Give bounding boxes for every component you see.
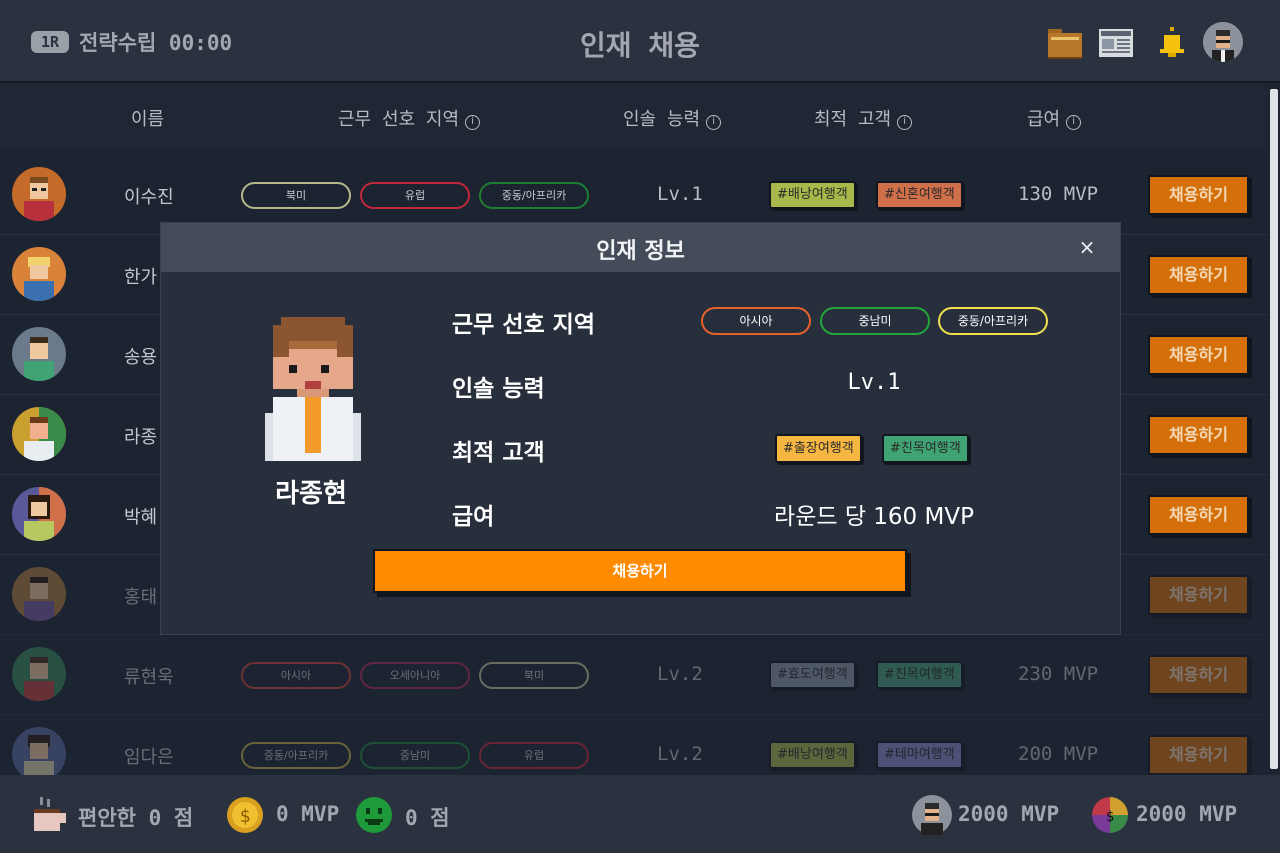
column-name: 이름 — [131, 109, 165, 130]
hire-button[interactable]: 채용하기 — [1148, 335, 1249, 375]
scrollbar[interactable] — [1268, 85, 1280, 775]
table-header: 이름 근무 선호 지역 i 인솔 능력 i 최적 고객 i 급여 i — [0, 85, 1268, 147]
avatar — [12, 327, 66, 381]
candidate-name: 라종 — [124, 427, 158, 448]
leadership-level: Lv.2 — [657, 663, 703, 685]
hire-button[interactable]: 채용하기 — [373, 549, 907, 593]
customer-tag: #배낭여행객 — [769, 181, 856, 209]
customer-tag: #배낭여행객 — [769, 741, 856, 769]
customer-tag: #효도여행객 — [769, 661, 856, 689]
avatar — [12, 567, 66, 621]
region-tag: 중동/아프리카 — [479, 182, 589, 209]
player-money: 2000 MVP — [958, 802, 1060, 826]
leadership-level: Lv.1 — [847, 370, 901, 395]
region-tag: 유럽 — [360, 182, 470, 209]
avatar — [12, 487, 66, 541]
avatar — [12, 407, 66, 461]
avatar — [12, 247, 66, 301]
info-icon[interactable]: i — [1066, 115, 1082, 130]
region-tag: 아시아 — [241, 662, 351, 689]
salary-value: 라운드 당 160 MVP — [774, 504, 974, 530]
column-leadership: 인솔 능력 i — [623, 105, 722, 131]
top-bar: 1R 전략수립 00:00 인재 채용 — [0, 0, 1280, 83]
salary: 230 MVP — [1018, 663, 1099, 685]
bottom-bar: 편안한 0 점 $ 0 MVP 0 점 2000 MVP $ 2000 MVP — [0, 775, 1280, 853]
candidate-name: 송용 — [124, 347, 158, 368]
total-money: 2000 MVP — [1136, 802, 1238, 826]
avatar — [12, 647, 66, 701]
pie-money-icon: $ — [1090, 795, 1130, 835]
smile-icon — [354, 795, 394, 835]
comfort-score: 편안한 0 점 — [78, 806, 194, 830]
page-title: 인재 채용 — [580, 29, 700, 62]
candidate-name: 한가 — [124, 267, 158, 288]
candidate-name: 라종현 — [275, 479, 347, 509]
hire-button[interactable]: 채용하기 — [1148, 175, 1249, 215]
region-tag: 아시아 — [701, 307, 811, 335]
region-tag: 오세아니아 — [360, 662, 470, 689]
customer-tag: #친목여행객 — [882, 434, 969, 463]
modal-header: 인재 정보 × — [161, 223, 1120, 272]
hire-button[interactable]: 채용하기 — [1148, 495, 1249, 535]
svg-text:$: $ — [1106, 809, 1114, 825]
smile-score: 0 점 — [405, 806, 450, 830]
folder-icon[interactable] — [1046, 23, 1084, 61]
candidate-name: 홍태 — [124, 587, 158, 608]
region-tag: 중동/아프리카 — [938, 307, 1048, 335]
region-tag: 북미 — [479, 662, 589, 689]
hire-button[interactable]: 채용하기 — [1148, 575, 1249, 615]
news-icon[interactable] — [1097, 23, 1135, 61]
avatar — [12, 167, 66, 221]
column-customer: 최적 고객 i — [814, 105, 913, 131]
hire-button[interactable]: 채용하기 — [1148, 735, 1249, 775]
avatar — [12, 727, 66, 781]
candidate-portrait — [265, 317, 361, 461]
hire-button[interactable]: 채용하기 — [1148, 255, 1249, 295]
bell-icon[interactable] — [1153, 23, 1191, 61]
scroll-thumb[interactable] — [1270, 89, 1278, 769]
info-icon[interactable]: i — [706, 115, 722, 130]
leadership-label: 인솔 능력 — [452, 376, 545, 402]
info-icon[interactable]: i — [465, 115, 481, 130]
candidate-name: 류현욱 — [124, 667, 174, 688]
table-row: 류현욱 아시아 오세아니아 북미 Lv.2 #효도여행객 #친목여행객 230 … — [0, 635, 1268, 715]
region-tag: 중남미 — [820, 307, 930, 335]
region-tag: 중동/아프리카 — [241, 742, 351, 769]
column-salary: 급여 i — [1027, 105, 1082, 131]
hire-button[interactable]: 채용하기 — [1148, 655, 1249, 695]
customer-tag: #친목여행객 — [876, 661, 963, 689]
coin-balance: 0 MVP — [276, 802, 340, 826]
customer-tag: #신혼여행객 — [876, 181, 963, 209]
region-tag: 중남미 — [360, 742, 470, 769]
modal-title: 인재 정보 — [596, 239, 685, 264]
svg-text:$: $ — [240, 806, 251, 827]
region-tag: 북미 — [241, 182, 351, 209]
customer-tag: #출장여행객 — [775, 434, 862, 463]
player-avatar — [912, 795, 952, 835]
salary: 200 MVP — [1018, 743, 1099, 765]
info-icon[interactable]: i — [897, 115, 913, 130]
candidate-detail-modal: 인재 정보 × 라종현 근무 선호 지역 아시아 중남미 중동/아프리카 인솔 … — [160, 222, 1121, 635]
customer-tag: #테마여행객 — [876, 741, 963, 769]
salary-label: 급여 — [452, 504, 495, 530]
candidate-name: 박혜 — [124, 507, 158, 528]
customer-label: 최적 고객 — [452, 440, 545, 466]
region-label: 근무 선호 지역 — [452, 312, 595, 338]
hire-button[interactable]: 채용하기 — [1148, 415, 1249, 455]
column-region: 근무 선호 지역 i — [338, 105, 481, 131]
coin-icon: $ — [225, 795, 265, 835]
candidate-name: 이수진 — [124, 187, 174, 208]
candidate-name: 임다은 — [124, 747, 174, 768]
salary: 130 MVP — [1018, 183, 1099, 205]
leadership-level: Lv.2 — [657, 743, 703, 765]
close-icon[interactable]: × — [1075, 235, 1099, 259]
user-avatar[interactable] — [1203, 22, 1243, 62]
leadership-level: Lv.1 — [657, 183, 703, 205]
coffee-icon — [30, 795, 70, 835]
region-tag: 유럽 — [479, 742, 589, 769]
